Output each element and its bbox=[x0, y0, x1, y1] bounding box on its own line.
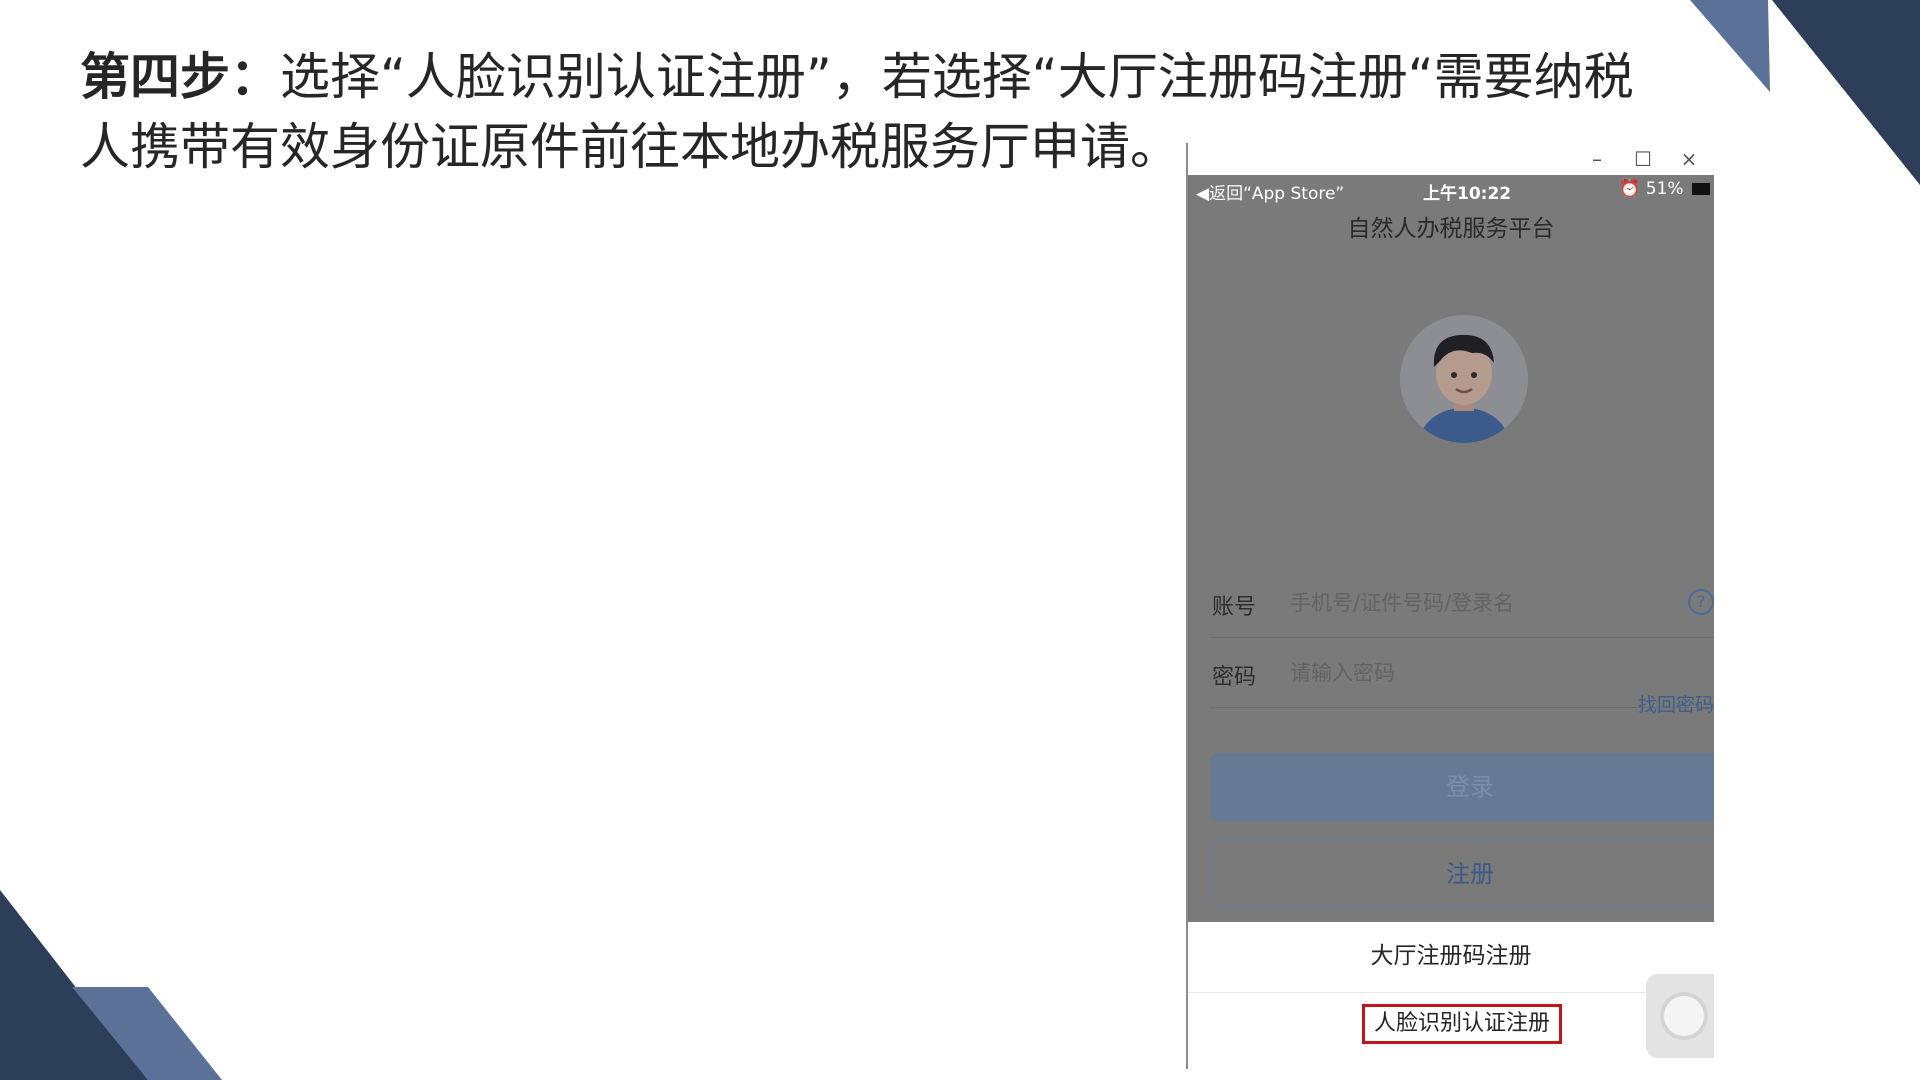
phone-screenshot-window: – ☐ × ◀返回“App Store” 上午10:22 ⏰ 51% 自然人办税… bbox=[1186, 143, 1714, 1069]
app-title: 自然人办税服务平台 bbox=[1347, 216, 1555, 242]
app-screen: ◀返回“App Store” 上午10:22 ⏰ 51% 自然人办税服务平台 账… bbox=[1188, 175, 1714, 922]
minimize-icon[interactable]: – bbox=[1580, 146, 1614, 172]
battery-percent: 51% bbox=[1645, 179, 1684, 199]
avatar bbox=[1400, 315, 1528, 443]
maximize-icon[interactable]: ☐ bbox=[1626, 146, 1660, 172]
assistive-touch-icon bbox=[1664, 996, 1704, 1036]
forgot-password-link[interactable]: 找回密码 bbox=[1638, 690, 1714, 717]
avatar-icon bbox=[1400, 315, 1528, 443]
account-row: 账号 ? bbox=[1210, 569, 1714, 638]
password-input[interactable] bbox=[1288, 653, 1672, 693]
top-right-decoration bbox=[1690, 0, 1920, 185]
assistive-touch-button[interactable] bbox=[1646, 974, 1714, 1058]
account-input[interactable] bbox=[1288, 583, 1672, 623]
face-recognition-register-option[interactable]: 人脸识别认证注册 bbox=[1362, 1004, 1562, 1044]
alarm-icon: ⏰ bbox=[1619, 179, 1641, 199]
login-button[interactable]: 登录 bbox=[1210, 753, 1714, 821]
bottom-left-decoration bbox=[0, 890, 222, 1080]
password-label: 密码 bbox=[1212, 665, 1257, 690]
status-right: ⏰ 51% bbox=[1619, 179, 1710, 199]
close-icon[interactable]: × bbox=[1672, 146, 1706, 172]
battery-icon bbox=[1692, 183, 1710, 195]
hall-code-register-option[interactable]: 大厅注册码注册 bbox=[1188, 932, 1714, 980]
register-action-sheet: 大厅注册码注册 人脸识别认证注册 bbox=[1188, 922, 1714, 1069]
window-title-bar: – ☐ × bbox=[1188, 143, 1714, 176]
register-button[interactable]: 注册 bbox=[1210, 840, 1714, 908]
account-label: 账号 bbox=[1212, 595, 1257, 620]
help-icon[interactable]: ? bbox=[1688, 589, 1714, 615]
back-to-app-store[interactable]: ◀返回“App Store” bbox=[1196, 179, 1344, 204]
status-time: 上午10:22 bbox=[1423, 184, 1512, 204]
sheet-divider bbox=[1188, 992, 1714, 993]
step-label: 第四步： bbox=[80, 48, 280, 106]
status-bar: ◀返回“App Store” 上午10:22 ⏰ 51% bbox=[1188, 175, 1714, 205]
